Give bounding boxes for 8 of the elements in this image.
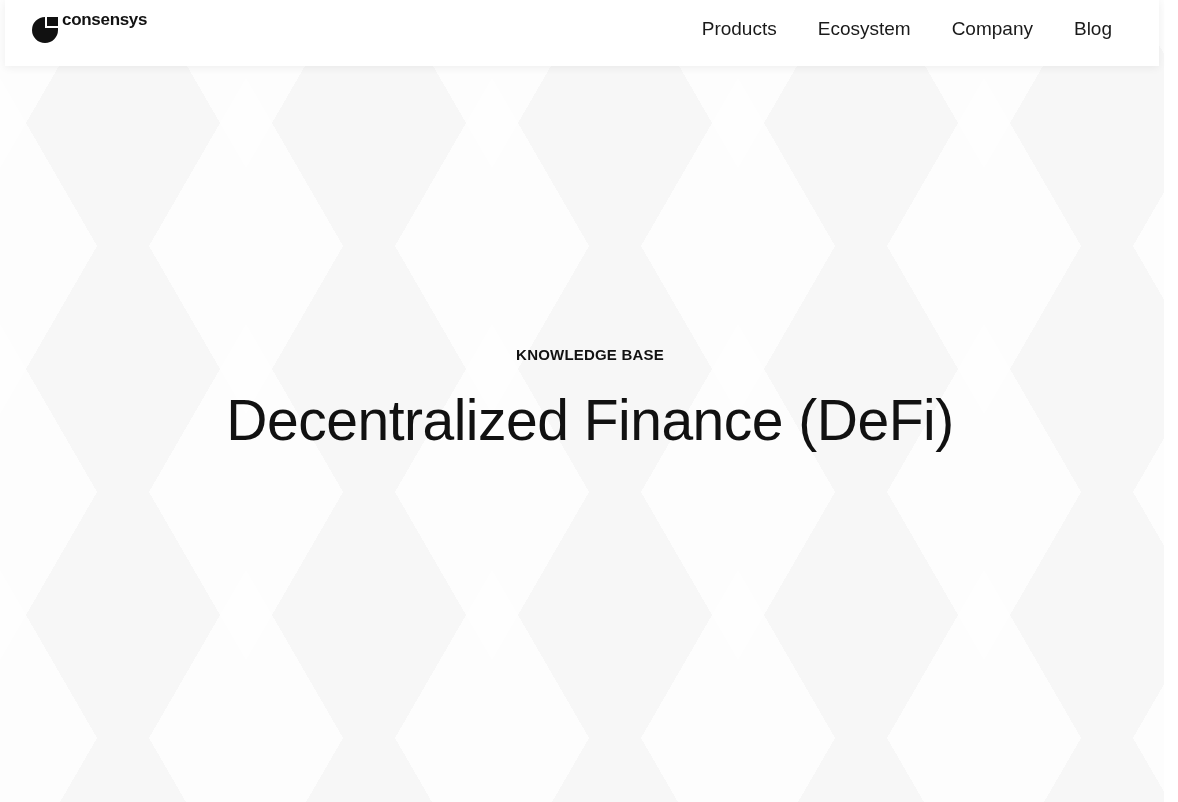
- logo-icon: [31, 16, 59, 44]
- nav-link[interactable]: Company: [951, 18, 1033, 40]
- nav-link[interactable]: Ecosystem: [817, 18, 911, 40]
- nav-link[interactable]: Products: [701, 18, 777, 40]
- logo-text[interactable]: consensys: [62, 11, 148, 29]
- nav-link[interactable]: Blog: [1073, 18, 1112, 40]
- eyebrow-label: KNOWLEDGE BASE: [516, 346, 664, 363]
- page-title: Decentralized Finance (DeFi): [226, 387, 954, 453]
